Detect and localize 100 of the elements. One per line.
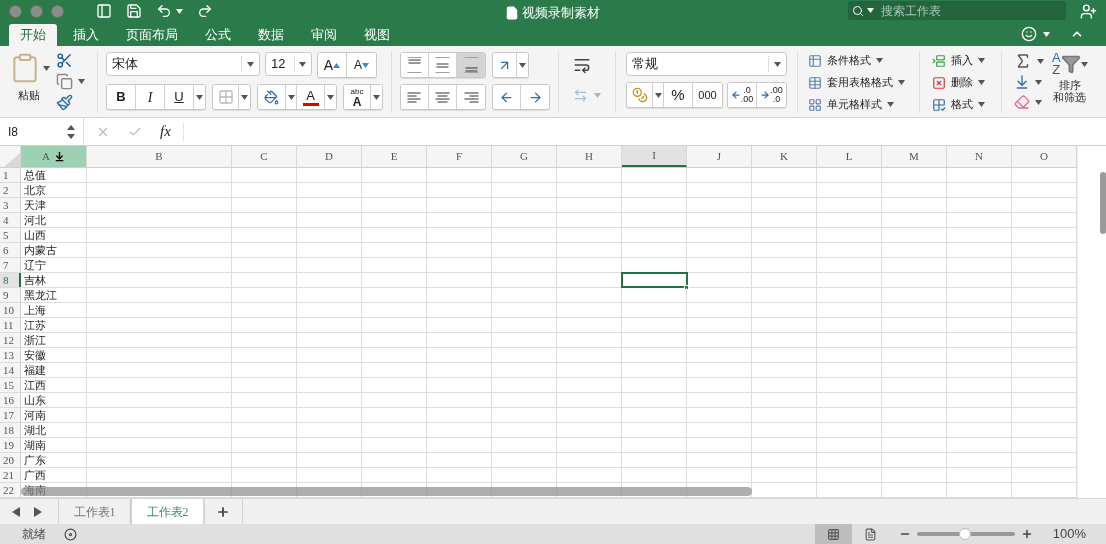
vertical-align-button[interactable] [457, 53, 485, 77]
style-menu-button[interactable]: 单元格样式 [808, 96, 909, 113]
format-painter-icon[interactable] [56, 94, 73, 111]
row-header[interactable]: 13 [0, 348, 21, 362]
search-field[interactable]: 搜索工作表 [848, 1, 1066, 20]
style-menu-button[interactable]: 条件格式 [808, 52, 909, 69]
cells-menu-button[interactable]: 插入 [932, 52, 989, 69]
row-header[interactable]: 18 [0, 423, 21, 437]
caret-icon [978, 102, 985, 107]
column-header[interactable]: O [1012, 146, 1077, 167]
sort-filter-button[interactable]: A Z 排序 和筛选 [1052, 52, 1088, 113]
row-header[interactable]: 3 [0, 198, 21, 212]
ribbon-tab[interactable]: 插入 [62, 24, 110, 46]
stepper-icon [67, 124, 75, 139]
grow-font-button[interactable]: A [318, 53, 347, 77]
number-format-field[interactable]: 常规 [626, 52, 787, 76]
row-header[interactable]: 14 [0, 363, 21, 377]
ribbon-tab[interactable]: 审阅 [300, 24, 348, 46]
cut-icon[interactable] [56, 52, 73, 69]
paste-button[interactable]: 粘贴 [10, 52, 48, 113]
cells-menu-button[interactable]: 删除 [932, 74, 989, 91]
smiley-icon[interactable] [1021, 26, 1037, 42]
share-icon[interactable] [1080, 3, 1097, 20]
row-header[interactable]: 17 [0, 408, 21, 422]
vertical-scrollbar-thumb[interactable] [1100, 172, 1106, 234]
eraser-icon[interactable] [1014, 94, 1030, 110]
row-header[interactable]: 1 [0, 168, 21, 182]
cells-menu-button[interactable]: 格式 [932, 96, 989, 113]
column-header[interactable]: I [622, 146, 687, 167]
row-header[interactable]: 4 [0, 213, 21, 227]
row-header[interactable]: 10 [0, 303, 21, 317]
row-header[interactable]: 21 [0, 468, 21, 482]
redo-icon[interactable] [197, 3, 213, 19]
fill-color-icon[interactable] [264, 89, 279, 105]
row-header[interactable]: 2 [0, 183, 21, 197]
zoom-in-icon[interactable] [1020, 528, 1033, 540]
row-header[interactable]: 15 [0, 378, 21, 392]
caret-icon [519, 62, 526, 68]
add-sheet-icon[interactable] [216, 504, 230, 519]
column-header[interactable]: M [882, 146, 947, 167]
function-button[interactable]: fx [160, 120, 171, 143]
horizontal-scrollbar-thumb[interactable] [21, 487, 752, 496]
wrap-text-icon[interactable] [573, 56, 591, 74]
fill-handle-icon[interactable] [684, 285, 689, 290]
cells-icon [932, 75, 946, 90]
row-header[interactable]: 11 [0, 318, 21, 332]
column-header[interactable]: F [427, 146, 492, 167]
name-box[interactable]: I8 [0, 118, 84, 145]
previous-sheet-icon[interactable] [12, 506, 20, 517]
row-header[interactable]: 6 [0, 243, 21, 257]
column-header[interactable]: J [687, 146, 752, 167]
vertical-align-button[interactable] [401, 53, 429, 77]
row-header[interactable]: 16 [0, 393, 21, 407]
zoom-slider-thumb[interactable] [958, 528, 971, 540]
column-header[interactable]: K [752, 146, 817, 167]
decrease-indent-icon[interactable] [499, 89, 514, 105]
sidebar-icon[interactable] [96, 3, 112, 19]
horizontal-align-button[interactable] [401, 85, 429, 109]
view-button[interactable] [814, 524, 852, 544]
status-text: 就绪 [22, 526, 46, 543]
column-header[interactable]: G [492, 146, 557, 167]
column-header[interactable]: D [297, 146, 362, 167]
row-header[interactable]: 19 [0, 438, 21, 452]
undo-icon[interactable] [156, 3, 172, 19]
row-header[interactable]: 22 [0, 483, 21, 497]
column-header[interactable]: A [21, 146, 87, 167]
ribbon-tab[interactable]: 页面布局 [115, 24, 189, 46]
increase-decimal-button[interactable]: .0 .00 [728, 83, 757, 107]
ribbon-tab[interactable]: 开始 [9, 24, 57, 46]
row-header[interactable]: 20 [0, 453, 21, 467]
font-name-field[interactable]: 宋体 [106, 52, 260, 76]
column-header[interactable]: L [817, 146, 882, 167]
clear-format-button[interactable]: abc A [344, 85, 371, 109]
increase-indent-icon[interactable] [527, 89, 543, 105]
column-header[interactable]: E [362, 146, 427, 167]
caret-icon [774, 61, 781, 67]
save-icon[interactable] [126, 3, 142, 19]
coins-icon[interactable] [631, 87, 648, 103]
ribbon-tab[interactable]: 公式 [194, 24, 242, 46]
row-header[interactable]: 5 [0, 228, 21, 242]
column-header[interactable]: N [947, 146, 1012, 167]
bold-button[interactable]: B [107, 85, 136, 109]
row-header[interactable]: 8 [0, 273, 21, 287]
font-size-field[interactable]: 12 [265, 52, 312, 76]
fill-icon[interactable] [1014, 74, 1030, 90]
copy-icon[interactable] [56, 73, 73, 90]
caret-icon [247, 61, 254, 67]
sheet-tab[interactable]: 工作表2 [131, 499, 204, 524]
triangle-down-icon [362, 62, 369, 68]
ribbon-tab[interactable]: 数据 [247, 24, 295, 46]
record-macro-icon[interactable] [64, 527, 77, 541]
arrow-right-icon [760, 90, 771, 100]
next-sheet-icon[interactable] [34, 506, 42, 517]
row-header[interactable]: 9 [0, 288, 21, 302]
row-header[interactable]: 7 [0, 258, 21, 272]
row-header[interactable]: 12 [0, 333, 21, 347]
column-header[interactable]: C [232, 146, 297, 167]
style-menu-button[interactable]: 套用表格格式 [808, 74, 909, 91]
column-header[interactable]: B [87, 146, 232, 167]
ribbon-tab[interactable]: 视图 [353, 24, 401, 46]
